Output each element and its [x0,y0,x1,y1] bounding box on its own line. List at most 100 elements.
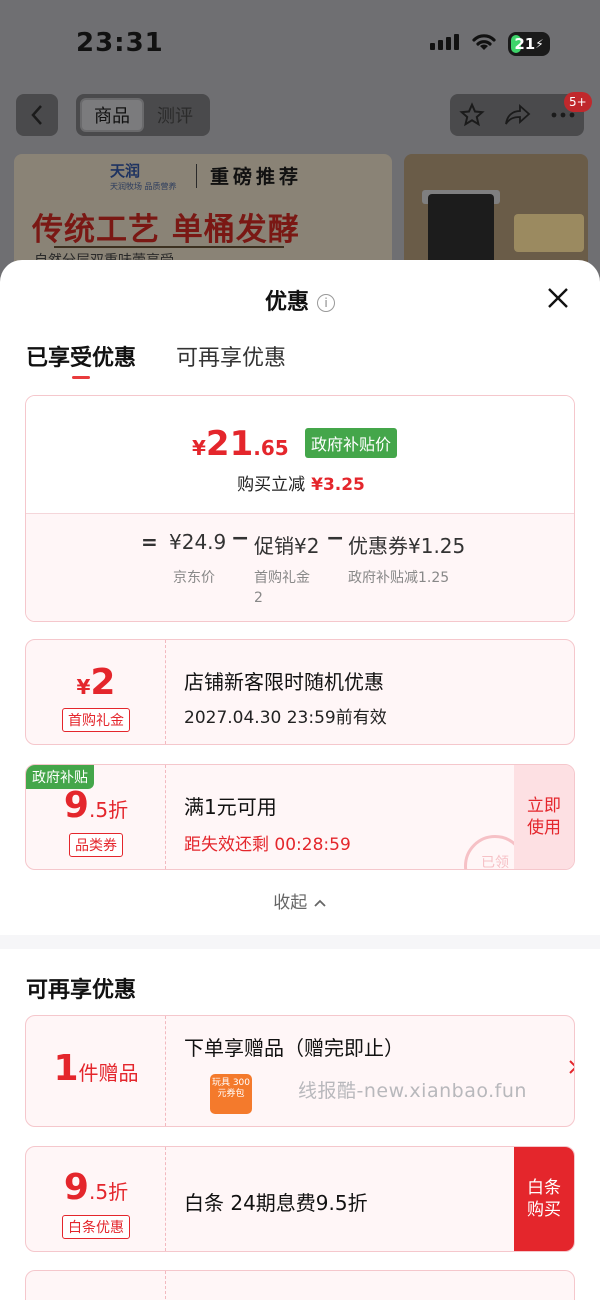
divider [54,246,284,248]
coupon-label-text: 白条优惠 [62,1215,130,1239]
coupon-label: 品类券 [26,833,166,857]
discount-tabs: 已享受优惠 可再享优惠 [0,334,600,388]
reduce-label: 购买立减 [237,475,306,495]
coupon-text: 白条 24期息费9.5折 [184,1187,368,1216]
jd-price-label: 京东价 [173,570,215,586]
discount-sheet: 优惠 i 已享受优惠 可再享优惠 ¥21.65 政府补贴价 购买立减 ¥3.25 =… [0,260,600,1300]
final-price: ¥21.65 [192,424,289,464]
minus-sign: − [326,526,345,551]
coupon-value-num: 9 [63,1167,89,1208]
price-summary-card: ¥21.65 政府补贴价 购买立减 ¥3.25 = ¥24.9 京东价 − 促销¥… [25,395,575,622]
notification-badge: 5+ [564,92,592,112]
close-icon[interactable] [544,284,572,312]
banner-tag: 重磅推荐 [210,166,303,188]
more-discounts-title: 可再享优惠 [26,978,137,1003]
section-divider [0,935,600,949]
equals-sign: = [141,530,158,554]
price-dec: .65 [253,436,289,460]
collapse-button[interactable]: 收起 [0,888,600,913]
collapse-label: 收起 [273,893,308,913]
tab-review[interactable]: 测评 [144,98,206,132]
price-currency: ¥ [192,436,206,460]
tab-more[interactable]: 可再享优惠 [176,340,286,372]
sheet-title-text: 优惠 [264,290,309,315]
baitiao-card[interactable]: 9.5折 白条优惠 白条 24期息费9.5折 白条购买 [25,1146,575,1252]
gift-card[interactable]: 1件赠品 下单享赠品（赠完即止） 玩具 300元券包 [25,1015,575,1127]
coupon-value: 9.5折 [26,785,166,826]
gift-title: 下单享赠品（赠完即止） [184,1036,404,1060]
gov-subsidy-tag: 政府补贴价 [305,428,398,458]
top-nav: 商品 测评 5+ [0,92,600,138]
coupon-label: 政府补贴减1.25 [348,570,450,586]
coupon-card-first-purchase[interactable]: ¥2 首购礼金 店铺新客限时随机优惠 2027.04.30 23:59前有效 [25,639,575,745]
product-cake [514,214,584,252]
segmented-tabs: 商品 测评 [76,94,210,136]
reduce-amount: ¥3.25 [311,475,365,495]
share-icon[interactable] [504,103,532,127]
sheet-header: 优惠 i [0,260,600,334]
gift-count: 1 [53,1048,79,1089]
background-page: 23:31 21 ⚡ 商品 测评 5+ 天润 天润牧场 品质营养 重磅推荐 传统… [0,0,600,300]
brand-logo: 天润 天润牧场 品质营养 [110,160,190,191]
tab-indicator [72,376,90,379]
coupon-label: 白条优惠 [26,1215,166,1239]
coupon-title: 满1元可用 [184,795,277,819]
tab-goods[interactable]: 商品 [80,98,144,132]
coupon-value-small: .5折 [88,798,129,822]
price-int: 21 [205,424,254,464]
coupon-value-small: .5折 [88,1180,129,1204]
promo-label-line2: 2 [254,590,263,606]
gift-toy-icon: 玩具 300元券包 [210,1074,252,1114]
chevron-left-icon [31,105,42,125]
coupon-value: ¥2 [26,662,166,703]
coupon-left: 1件赠品 [26,1016,166,1126]
chevron-up-icon [314,899,326,907]
coupon-card-partial[interactable] [25,1270,575,1300]
star-icon[interactable] [459,102,485,128]
use-now-button[interactable]: 立即使用 [514,765,574,869]
info-icon[interactable]: i [317,294,335,312]
promo-label-line1: 首购礼金 [254,570,310,586]
tab-enjoyed[interactable]: 已享受优惠 [26,340,136,372]
divider [196,164,197,188]
coupon-title: 店铺新客限时随机优惠 [184,670,384,694]
coupon-currency: ¥ [76,675,91,699]
jd-price: ¥24.9 [169,530,227,554]
baitiao-buy-button[interactable]: 白条购买 [514,1147,574,1251]
reduce-line: 购买立减 ¥3.25 [26,470,574,495]
back-button[interactable] [16,94,58,136]
promo-amount: 促销¥2 [254,534,320,558]
battery-icon: 21 ⚡ [508,32,550,56]
coupon-countdown: 距失效还剩 00:28:59 [184,835,351,855]
minus-sign: − [231,526,250,551]
coupon-label-text: 品类券 [69,833,123,857]
coupon-expiry: 2027.04.30 23:59前有效 [184,708,387,728]
status-bar: 23:31 21 ⚡ [0,0,600,88]
coupon-value-num: 2 [90,662,116,703]
gift-unit: 件赠品 [78,1061,139,1085]
coupon-left: ¥2 首购礼金 [26,640,166,744]
gift-value: 1件赠品 [26,1048,166,1089]
gov-subsidy-corner: 政府补贴 [26,765,94,789]
sheet-title: 优惠 i [0,284,600,316]
coupon-label-text: 首购礼金 [62,708,130,732]
baitiao-title: 白条 24期息费9.5折 [184,1191,368,1215]
brand-sub: 天润牧场 品质营养 [110,182,177,191]
price-top: ¥21.65 政府补贴价 购买立减 ¥3.25 [26,396,574,512]
battery-level: 21 [514,35,536,53]
coupon-left: 9.5折 白条优惠 [26,1147,166,1251]
more-icon[interactable] [551,112,575,118]
status-time: 23:31 [76,28,164,58]
wifi-icon [472,34,496,50]
coupon-value-num: 9 [63,785,89,826]
coupon-card-category[interactable]: 9.5折 品类券 政府补贴 满1元可用 距失效还剩 00:28:59 已领 立即… [25,764,575,870]
watermark: 线报酷-new.xianbao.fun [298,1080,527,1102]
price-breakdown: = ¥24.9 京东价 − 促销¥2 首购礼金 2 − 优惠券¥1.25 政府补贴… [26,513,574,621]
coupon-text: 店铺新客限时随机优惠 2027.04.30 23:59前有效 [184,666,387,728]
coupon-value: 9.5折 [26,1167,166,1208]
banner-headline: 传统工艺 单桶发酵 [32,212,300,248]
promo-label: 首购礼金 2 [254,568,310,608]
chevron-right-icon[interactable] [566,1058,575,1076]
coupon-text: 下单享赠品（赠完即止） [184,1032,404,1061]
coupon-label: 首购礼金 [26,708,166,732]
